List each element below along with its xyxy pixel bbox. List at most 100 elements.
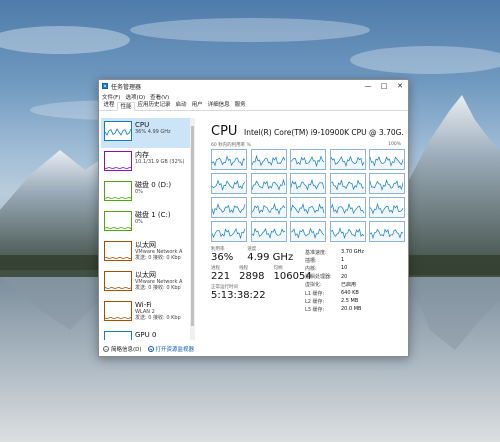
uptime-value: 5:13:38:22 (211, 290, 266, 301)
cpu-heading: CPU (211, 124, 238, 139)
logical-processor-graph (329, 149, 366, 170)
spec-row: 插槽: 1 (305, 256, 403, 264)
logical-processor-graph (369, 197, 405, 218)
open-resource-monitor-link[interactable]: ◔ 打开资源监视器 (147, 345, 195, 353)
spec-row: 虚拟化: 已启用 (305, 281, 403, 289)
logical-processor-graph (369, 149, 405, 170)
spec-row: L3 缓存: 20.0 MB (305, 305, 403, 313)
resource-sidebar: CPU 36% 4.99 GHz 内存 10.1/31.9 GB (32%) 磁盘 0 … (101, 118, 190, 340)
graph-caption: 60 秒内的利用率 % (211, 143, 251, 148)
sidebar-thumbnail-graph (104, 151, 132, 171)
spec-value: 10 (341, 265, 348, 272)
window-title: 任务管理器 (111, 83, 142, 91)
sidebar-item-wifi[interactable]: Wi-Fi WLAN 2 发送: 0 接收: 0 Kbp (101, 298, 190, 328)
tab-performance[interactable]: 性能 (117, 102, 136, 111)
sidebar-item-text: Wi-Fi WLAN 2 发送: 0 接收: 0 Kbp (135, 298, 190, 328)
close-button[interactable]: ✕ (392, 80, 408, 92)
sidebar-item-disk-1[interactable]: 磁盘 1 (C:) 0% (101, 208, 190, 238)
scrollbar-thumb[interactable] (191, 126, 194, 326)
sidebar-thumbnail-graph (104, 211, 132, 231)
resource-monitor-icon: ◔ (147, 346, 154, 352)
logical-processor-graph (329, 221, 366, 242)
spec-value: 20 (341, 273, 348, 280)
fewer-details-label: 简略信息(D) (111, 347, 142, 353)
sidebar-item-traffic: 发送: 0 接收: 0 Kbp (135, 255, 181, 261)
sidebar-thumbnail-graph (104, 181, 132, 201)
spec-row: L2 缓存: 2.5 MB (305, 297, 403, 305)
sidebar-item-memory[interactable]: 内存 10.1/31.9 GB (32%) (101, 148, 190, 178)
sidebar-item-disk-0[interactable]: 磁盘 0 (D:) 0% (101, 178, 190, 208)
graph-max-label: 100% (388, 142, 401, 147)
logical-processor-graph (211, 149, 247, 170)
sidebar-thumbnail-graph (104, 271, 132, 291)
menu-view[interactable]: 查看(V) (150, 93, 169, 101)
spec-key: 逻辑处理器: (305, 274, 332, 281)
sidebar-thumbnail-graph (104, 121, 132, 141)
logical-processor-graph (369, 221, 405, 242)
sidebar-item-text: CPU 36% 4.99 GHz (135, 118, 190, 148)
tab-app-history[interactable]: 应用历史记录 (135, 101, 173, 110)
logical-processor-graph (211, 173, 247, 194)
sidebar-scrollbar[interactable] (190, 118, 195, 340)
sidebar-item-title: 以太网 (135, 271, 156, 279)
minimize-button[interactable]: — (360, 80, 376, 92)
sidebar-item-traffic: 发送: 0 接收: 0 Kbp (135, 315, 181, 321)
spec-value: 1 (341, 257, 345, 264)
spec-row: L1 缓存: 640 KB (305, 289, 403, 297)
logical-processor-graph (290, 197, 326, 218)
sidebar-item-title: 磁盘 0 (D:) (135, 181, 172, 189)
sidebar-item-title: CPU (135, 121, 150, 129)
spec-value: 3.70 GHz (341, 249, 364, 256)
fewer-details-button[interactable]: ︿ 简略信息(D) (103, 345, 142, 353)
logical-processor-graph (250, 149, 287, 170)
spec-key: 内核: (305, 265, 317, 272)
sidebar-thumbnail-graph (104, 301, 132, 321)
sidebar-item-detail: 10.1/31.9 GB (32%) (135, 159, 185, 165)
sidebar-item-text: 以太网 VMware Network A 发送: 0 接收: 0 Kbp (135, 268, 190, 298)
sidebar-item-cpu[interactable]: CPU 36% 4.99 GHz (101, 118, 190, 148)
spec-key: 基准速度: (305, 249, 327, 256)
open-resource-monitor-label: 打开资源监视器 (155, 347, 195, 353)
sidebar-thumbnail-graph (104, 331, 132, 340)
spec-row: 逻辑处理器: 20 (305, 273, 403, 281)
spec-key: 虚拟化: (305, 282, 322, 289)
speed-value: 4.99 GHz (247, 252, 294, 263)
tab-services[interactable]: 服务 (232, 101, 248, 110)
sidebar-item-title: Wi-Fi (135, 301, 152, 309)
logical-processor-graph (250, 173, 287, 194)
sidebar-item-detail: 36% 4.99 GHz (135, 129, 171, 135)
sidebar-item-gpu-0[interactable]: GPU 0 (101, 328, 190, 340)
cpu-detail-panel: CPU Intel(R) Core(TM) i9-10900K CPU @ 3.… (207, 122, 405, 338)
logical-processor-graph (250, 197, 287, 218)
menu-bar: 文件(F) 选项(O) 查看(V) (99, 92, 408, 101)
sidebar-item-title: 内存 (135, 151, 149, 159)
cpu-specs: 基准速度: 3.70 GHz 插槽: 1 内核: 10 逻辑处理器: 20 虚拟化: 已启用 L1 … (305, 248, 403, 314)
sidebar-item-ethernet-2[interactable]: 以太网 VMware Network A 发送: 0 接收: 0 Kbp (101, 268, 190, 298)
sidebar-thumbnail-graph (104, 241, 132, 261)
spec-value: 640 KB (341, 290, 359, 297)
sidebar-item-text: 以太网 VMware Network A 发送: 0 接收: 0 Kbp (135, 238, 190, 268)
utilization-value: 36% (211, 252, 234, 263)
menu-file[interactable]: 文件(F) (102, 93, 120, 101)
spec-key: L2 缓存: (305, 298, 325, 305)
cpu-stats: 利用率 36% 速度 4.99 GHz 进程 221 线程 2898 句柄 10… (211, 246, 312, 301)
tab-bar: 进程 性能 应用历史记录 启动 用户 详细信息 服务 (99, 101, 408, 111)
logical-processor-graph (290, 173, 326, 194)
footer-bar: ︿ 简略信息(D) ◔ 打开资源监视器 (99, 342, 408, 356)
maximize-button[interactable]: □ (376, 80, 392, 92)
tab-users[interactable]: 用户 (189, 101, 205, 110)
logical-processor-graph (290, 149, 326, 170)
title-bar[interactable]: 任务管理器 — □ ✕ (99, 80, 408, 92)
tab-startup[interactable]: 启动 (173, 101, 189, 110)
menu-options[interactable]: 选项(O) (125, 93, 145, 101)
spec-value: 20.0 MB (341, 306, 362, 313)
tab-processes[interactable]: 进程 (101, 101, 117, 110)
sidebar-item-ethernet-1[interactable]: 以太网 VMware Network A 发送: 0 接收: 0 Kbp (101, 238, 190, 268)
sidebar-item-title: 以太网 (135, 241, 156, 249)
tab-details[interactable]: 详细信息 (205, 101, 232, 110)
logical-processor-graphs (211, 149, 405, 243)
task-manager-app-icon (102, 83, 108, 89)
task-manager-window: 任务管理器 — □ ✕ 文件(F) 选项(O) 查看(V) 进程 性能 应用历史… (98, 79, 409, 357)
spec-value: 2.5 MB (341, 298, 359, 305)
logical-processor-graph (250, 221, 287, 242)
